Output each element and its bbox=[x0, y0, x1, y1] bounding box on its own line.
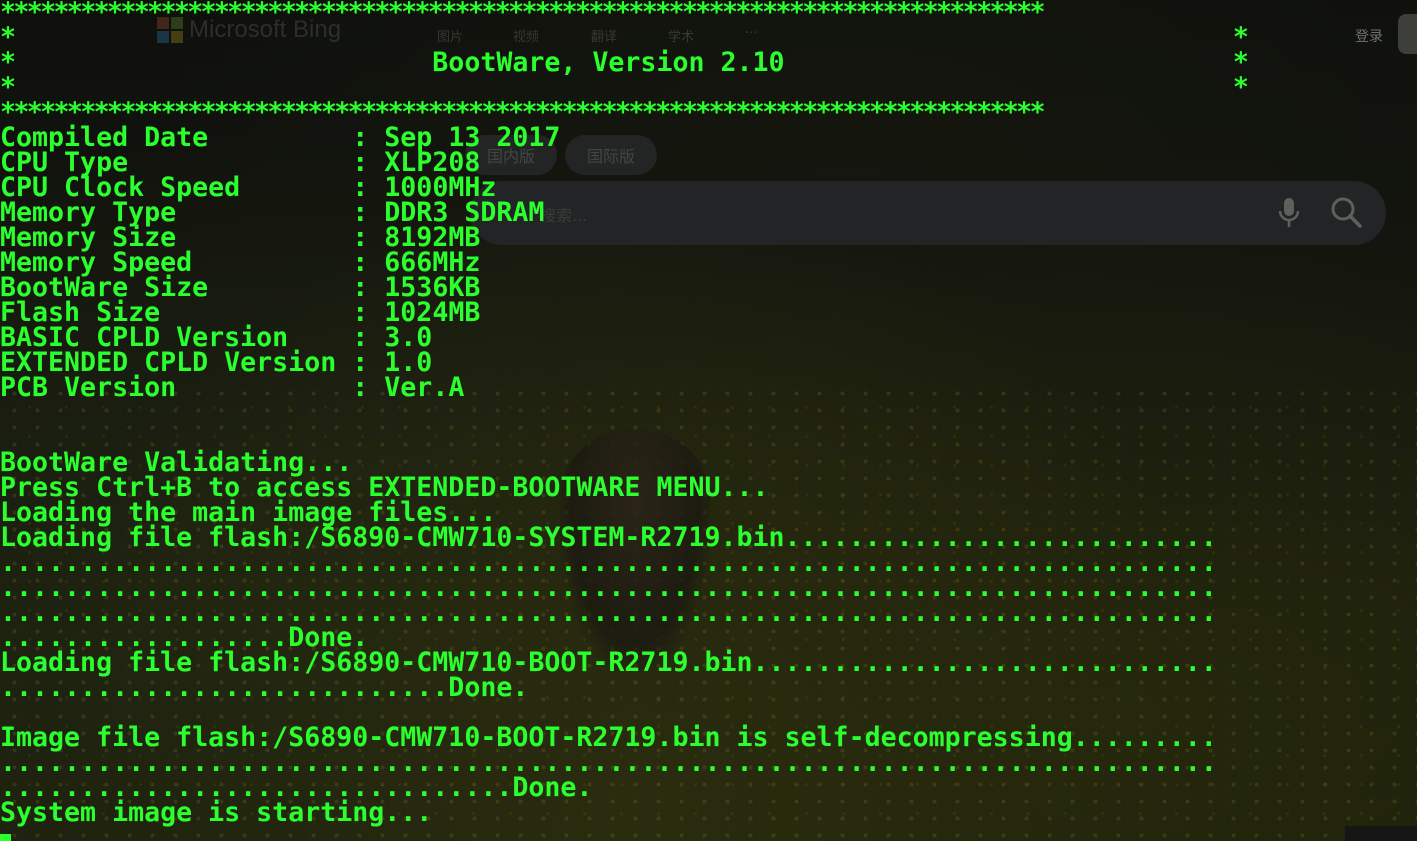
log-line: ............................Done. bbox=[0, 672, 529, 703]
terminal-cursor[interactable] bbox=[0, 834, 11, 841]
desktop-screen: Microsoft Bing 图片 视频 翻译 学术 ··· 登录 国内版 国际… bbox=[0, 0, 1417, 841]
info-row: PCB Version : Ver.A bbox=[0, 372, 1417, 403]
terminal-console[interactable]: ****************************************… bbox=[0, 0, 1417, 841]
info-separator: : bbox=[352, 372, 385, 403]
info-value: Ver.A bbox=[384, 372, 465, 403]
info-label: PCB Version bbox=[0, 372, 353, 403]
log-line: System image is starting... bbox=[0, 797, 433, 828]
